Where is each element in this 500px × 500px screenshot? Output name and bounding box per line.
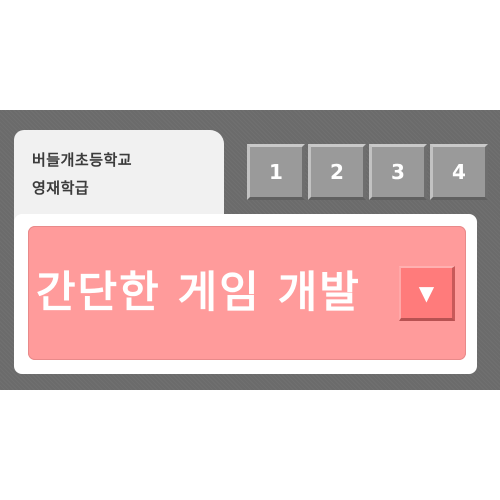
page-button-4[interactable]: 4 [430, 144, 488, 200]
class-name: 영재학급 [32, 179, 90, 197]
page-button-2[interactable]: 2 [308, 144, 366, 200]
project-select-label: 간단한 게임 개발 [36, 268, 361, 318]
dropdown-button[interactable]: ▼ [399, 266, 455, 321]
page-button-3[interactable]: 3 [369, 144, 427, 200]
school-name: 버들개초등학교 [32, 151, 133, 169]
chevron-down-icon: ▼ [418, 281, 435, 305]
page-button-1[interactable]: 1 [247, 144, 305, 200]
project-select[interactable]: 간단한 게임 개발 ▼ [28, 226, 466, 360]
